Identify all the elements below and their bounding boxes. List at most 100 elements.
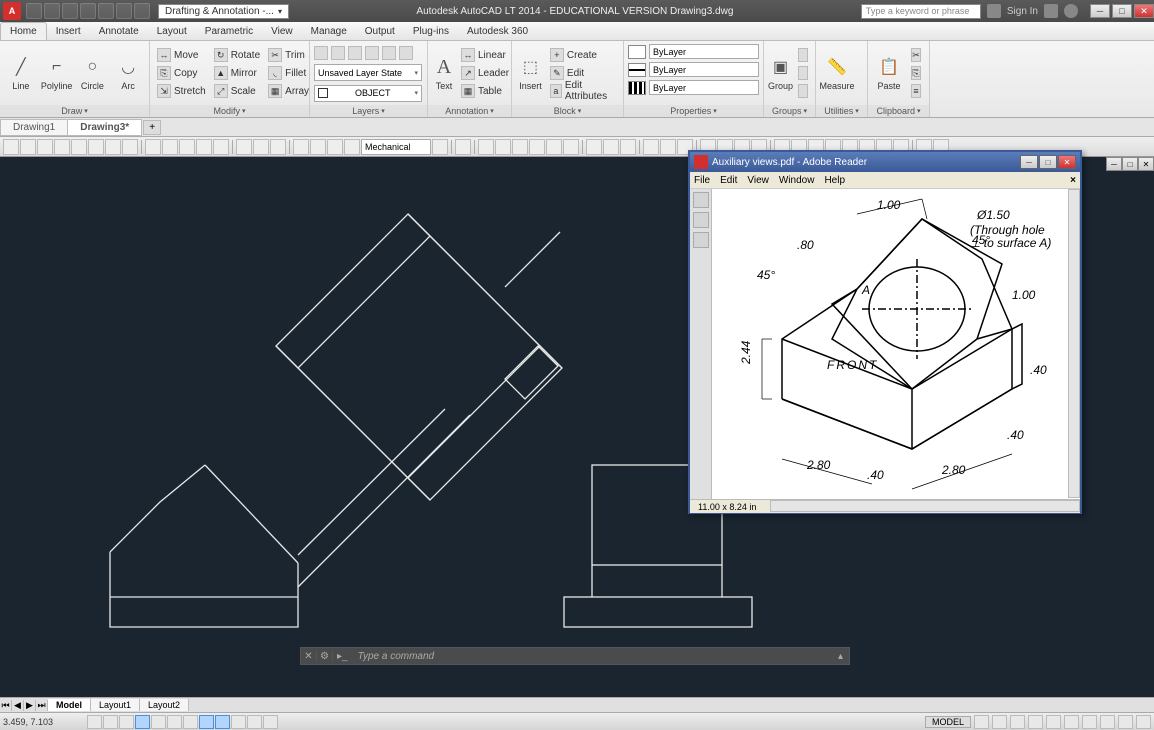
pdf-minimize[interactable]: ─ (1020, 155, 1038, 169)
status-icon[interactable] (1118, 715, 1133, 729)
modify-icon-3[interactable] (348, 44, 364, 61)
stretch-button[interactable]: ⇲Stretch (154, 83, 209, 100)
tool-icon[interactable] (327, 139, 343, 155)
status-ducs[interactable] (215, 715, 230, 729)
tool-icon[interactable] (478, 139, 494, 155)
cut-icon[interactable]: ✂ (908, 47, 924, 64)
tool-icon[interactable] (643, 139, 659, 155)
cmd-dropdown-icon[interactable]: ▴ (832, 651, 849, 662)
pdf-maximize[interactable]: □ (1039, 155, 1057, 169)
tab-parametric[interactable]: Parametric (196, 23, 262, 40)
status-otrack[interactable] (199, 715, 214, 729)
minimize-button[interactable]: ─ (1090, 4, 1110, 18)
signin-link[interactable]: Sign In (1007, 6, 1038, 17)
command-line[interactable]: ✕ ⚙ ▸_ Type a command ▴ (300, 647, 850, 665)
pdf-thumbnails-icon[interactable] (693, 192, 709, 208)
lineweight-combo[interactable]: ByLayer (649, 62, 759, 77)
layout-tab-model[interactable]: Model (48, 699, 91, 711)
close-button[interactable]: ✕ (1134, 4, 1154, 18)
tool-icon[interactable] (432, 139, 448, 155)
create-block-button[interactable]: +Create (547, 47, 619, 64)
panel-modify-title[interactable]: Modify (150, 105, 309, 117)
tool-icon[interactable] (546, 139, 562, 155)
workspace-selector[interactable]: Drafting & Annotation -... (158, 4, 289, 19)
help-icon[interactable] (1064, 4, 1078, 18)
pdf-vscrollbar[interactable] (1068, 189, 1080, 498)
tool-icon[interactable] (660, 139, 676, 155)
linear-dim-button[interactable]: ↔Linear (458, 47, 512, 64)
tool-icon[interactable] (586, 139, 602, 155)
pdf-menu-file[interactable]: File (694, 175, 710, 186)
status-grid[interactable] (119, 715, 134, 729)
qat-undo-icon[interactable] (116, 3, 132, 19)
status-lwt[interactable] (247, 715, 262, 729)
copy-button[interactable]: ⎘Copy (154, 65, 209, 82)
tool-icon[interactable] (620, 139, 636, 155)
modify-icon-5[interactable] (382, 44, 398, 61)
panel-block-title[interactable]: Block (512, 105, 623, 117)
mirror-button[interactable]: ▲Mirror (211, 65, 263, 82)
color-combo[interactable]: ByLayer (649, 44, 759, 59)
paste-button[interactable]: 📋Paste (872, 46, 906, 100)
tool-icon[interactable] (310, 139, 326, 155)
pdf-menu-close[interactable]: × (1070, 175, 1076, 186)
tool-icon[interactable] (563, 139, 579, 155)
layout-tab-2[interactable]: Layout2 (140, 699, 189, 711)
panel-properties-title[interactable]: Properties (624, 105, 763, 117)
cmd-options-icon[interactable]: ⚙ (317, 651, 333, 662)
panel-draw-title[interactable]: Draw (0, 105, 149, 117)
lineweight-icon[interactable] (628, 63, 646, 77)
pdf-menu-window[interactable]: Window (779, 175, 815, 186)
qat-save-icon[interactable] (62, 3, 78, 19)
layout-nav-prev[interactable]: ◀ (12, 700, 24, 711)
pdf-close[interactable]: ✕ (1058, 155, 1076, 169)
pdf-bookmarks-icon[interactable] (693, 212, 709, 228)
tool-icon[interactable] (213, 139, 229, 155)
status-icon[interactable] (974, 715, 989, 729)
qat-plot-icon[interactable] (98, 3, 114, 19)
group-button[interactable]: ▣Group (768, 46, 793, 100)
edit-block-button[interactable]: ✎Edit (547, 65, 619, 82)
match-icon[interactable]: ≡ (908, 83, 924, 100)
color-swatch[interactable] (628, 45, 646, 59)
tool-icon[interactable] (603, 139, 619, 155)
pdf-titlebar[interactable]: Auxiliary views.pdf - Adobe Reader ─ □ ✕ (690, 152, 1080, 172)
measure-button[interactable]: 📏Measure (820, 46, 854, 100)
tool-icon[interactable] (253, 139, 269, 155)
trim-button[interactable]: ✂Trim (265, 47, 312, 64)
panel-utilities-title[interactable]: Utilities (816, 105, 867, 117)
fillet-button[interactable]: ◟Fillet (265, 65, 312, 82)
qat-saveas-icon[interactable] (80, 3, 96, 19)
scale-button[interactable]: ⤢Scale (211, 83, 263, 100)
status-model[interactable]: MODEL (925, 716, 971, 728)
modify-icon-2[interactable] (331, 44, 347, 61)
status-icon[interactable] (1100, 715, 1115, 729)
tool-icon[interactable] (179, 139, 195, 155)
rotate-button[interactable]: ↻Rotate (211, 47, 263, 64)
status-icon[interactable] (1046, 715, 1061, 729)
leader-button[interactable]: ↗Leader (458, 65, 512, 82)
group-icon-1[interactable] (795, 47, 811, 64)
layout-nav-first[interactable]: ⏮ (0, 700, 12, 711)
status-icon[interactable] (1082, 715, 1097, 729)
doc-tab-1[interactable]: Drawing1 (0, 119, 68, 136)
tool-icon[interactable] (455, 139, 471, 155)
layout-nav-next[interactable]: ▶ (24, 700, 36, 711)
pdf-menu-edit[interactable]: Edit (720, 175, 737, 186)
panel-groups-title[interactable]: Groups (764, 105, 815, 117)
status-icon[interactable] (1136, 715, 1151, 729)
arc-button[interactable]: ◡Arc (111, 46, 145, 100)
layer-object-combo[interactable]: OBJECT (314, 85, 422, 102)
tab-insert[interactable]: Insert (47, 23, 90, 40)
copy-clip-icon[interactable]: ⎘ (908, 65, 924, 82)
status-tpy[interactable] (263, 715, 278, 729)
text-button[interactable]: AText (432, 46, 456, 100)
tab-autodesk360[interactable]: Autodesk 360 (458, 23, 537, 40)
layout-nav-last[interactable]: ⏭ (36, 700, 48, 711)
tool-icon[interactable] (344, 139, 360, 155)
tool-icon[interactable] (162, 139, 178, 155)
move-button[interactable]: ↔Move (154, 47, 209, 64)
pdf-menu-help[interactable]: Help (824, 175, 845, 186)
tab-output[interactable]: Output (356, 23, 404, 40)
status-ortho[interactable] (135, 715, 150, 729)
